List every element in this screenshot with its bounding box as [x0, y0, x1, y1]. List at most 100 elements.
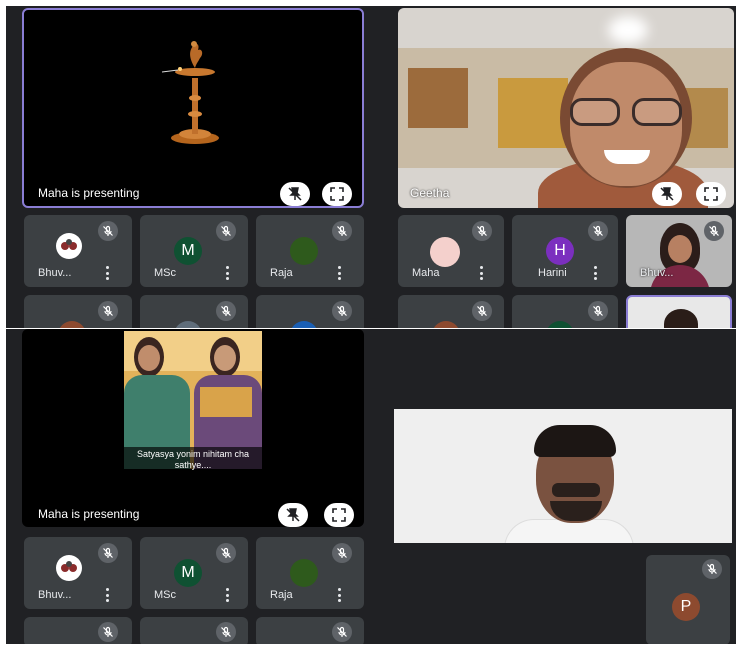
mic-off-icon	[593, 225, 603, 236]
presentation-tile[interactable]: Satyasya yonim nihitam cha sathye.... Ma…	[22, 329, 364, 527]
participant-tile-partial[interactable]	[512, 295, 618, 328]
avatar	[432, 321, 460, 328]
participant-name: Bhuv...	[640, 267, 674, 279]
fullscreen-icon	[330, 187, 344, 201]
mic-off-icon	[337, 305, 347, 316]
mic-off-icon	[709, 225, 719, 236]
more-options-button[interactable]	[104, 588, 110, 602]
mic-off-badge	[216, 301, 236, 321]
participant-tile-partial[interactable]	[256, 295, 364, 328]
avatar	[290, 559, 318, 587]
mic-off-badge	[704, 221, 724, 241]
participant-tile-maha[interactable]: Maha	[398, 215, 504, 287]
participant-name: MSc	[154, 267, 176, 279]
speaker-video[interactable]: Geetha	[398, 8, 734, 208]
fullscreen-icon	[332, 508, 346, 522]
more-options-button[interactable]	[104, 266, 110, 280]
participant-tile-partial[interactable]	[256, 617, 364, 644]
avatar	[56, 233, 82, 259]
mic-off-icon	[103, 305, 113, 316]
speaker-video[interactable]	[394, 409, 732, 543]
more-options-button[interactable]	[336, 266, 342, 280]
mic-off-icon	[593, 305, 603, 316]
top-right-meeting: Geetha Maha H Harini Bhuv...	[390, 6, 736, 328]
mic-off-badge	[588, 221, 608, 241]
mic-off-icon	[103, 547, 113, 558]
mic-off-icon	[707, 563, 717, 574]
participant-tile-msc[interactable]: M MSc	[140, 537, 248, 609]
mic-off-badge	[332, 622, 352, 642]
mic-off-badge	[98, 543, 118, 563]
avatar	[430, 237, 460, 267]
more-options-button[interactable]	[336, 588, 342, 602]
participant-tile-bhuv-video[interactable]: Bhuv...	[626, 215, 732, 287]
bottom-right-meeting: P	[390, 329, 736, 644]
participant-tile-partial[interactable]	[24, 617, 132, 644]
avatar	[290, 237, 318, 265]
more-options-button[interactable]	[478, 266, 484, 280]
mic-off-badge	[216, 543, 236, 563]
participant-name: MSc	[154, 589, 176, 601]
lamp-image	[161, 41, 219, 144]
fullscreen-button[interactable]	[322, 182, 352, 206]
unpin-icon	[286, 508, 300, 522]
participant-tile-partial-video[interactable]	[626, 295, 732, 328]
mic-off-badge	[332, 543, 352, 563]
participant-tile-raja[interactable]: Raja	[256, 537, 364, 609]
mic-off-icon	[103, 225, 113, 236]
bottom-left-meeting: Satyasya yonim nihitam cha sathye.... Ma…	[6, 329, 390, 644]
avatar: H	[546, 237, 574, 265]
mic-off-icon	[477, 305, 487, 316]
fullscreen-button[interactable]	[696, 182, 726, 206]
unpin-button[interactable]	[278, 503, 308, 527]
participant-tile-harini[interactable]: H Harini	[512, 215, 618, 287]
mic-off-badge	[98, 301, 118, 321]
mic-off-icon	[221, 626, 231, 637]
mic-off-badge	[702, 559, 722, 579]
speaker-name: Geetha	[410, 186, 450, 200]
avatar: M	[174, 237, 202, 265]
mic-off-badge	[588, 301, 608, 321]
participant-name: Harini	[538, 267, 567, 279]
avatar: M	[174, 559, 202, 587]
participant-tile-partial[interactable]	[140, 295, 248, 328]
avatar	[546, 321, 574, 328]
participant-tile-bhuv[interactable]: Bhuv...	[24, 537, 132, 609]
avatar	[174, 321, 202, 328]
mic-off-icon	[337, 626, 347, 637]
avatar	[56, 555, 82, 581]
mic-off-badge	[98, 221, 118, 241]
participant-name: Raja	[270, 589, 293, 601]
more-options-button[interactable]	[592, 266, 598, 280]
top-left-meeting: Maha is presenting Bhuv... M MSc Raja	[6, 6, 390, 328]
participant-tile-msc[interactable]: M MSc	[140, 215, 248, 287]
participant-tile-p[interactable]: P	[646, 555, 730, 644]
fullscreen-icon	[704, 187, 718, 201]
mic-off-badge	[216, 221, 236, 241]
presentation-tile[interactable]: Maha is presenting	[22, 8, 364, 208]
mic-off-badge	[98, 622, 118, 642]
mic-off-icon	[103, 626, 113, 637]
mic-off-badge	[216, 622, 236, 642]
unpin-icon	[288, 187, 302, 201]
participant-tile-raja[interactable]: Raja	[256, 215, 364, 287]
presenting-label: Maha is presenting	[38, 507, 140, 521]
avatar	[290, 321, 318, 328]
mic-off-badge	[472, 301, 492, 321]
avatar: P	[672, 593, 700, 621]
unpin-button[interactable]	[280, 182, 310, 206]
fullscreen-button[interactable]	[324, 503, 354, 527]
participant-tile-partial[interactable]	[24, 295, 132, 328]
participant-name: Raja	[270, 267, 293, 279]
mic-off-badge	[332, 301, 352, 321]
more-options-button[interactable]	[224, 266, 230, 280]
avatar	[58, 321, 86, 328]
mic-off-icon	[337, 547, 347, 558]
unpin-button[interactable]	[652, 182, 682, 206]
participant-tile-partial[interactable]	[398, 295, 504, 328]
participant-tile-bhuv[interactable]: Bhuv...	[24, 215, 132, 287]
participant-tile-partial[interactable]	[140, 617, 248, 644]
participant-name: Maha	[412, 267, 440, 279]
mic-off-badge	[472, 221, 492, 241]
more-options-button[interactable]	[224, 588, 230, 602]
